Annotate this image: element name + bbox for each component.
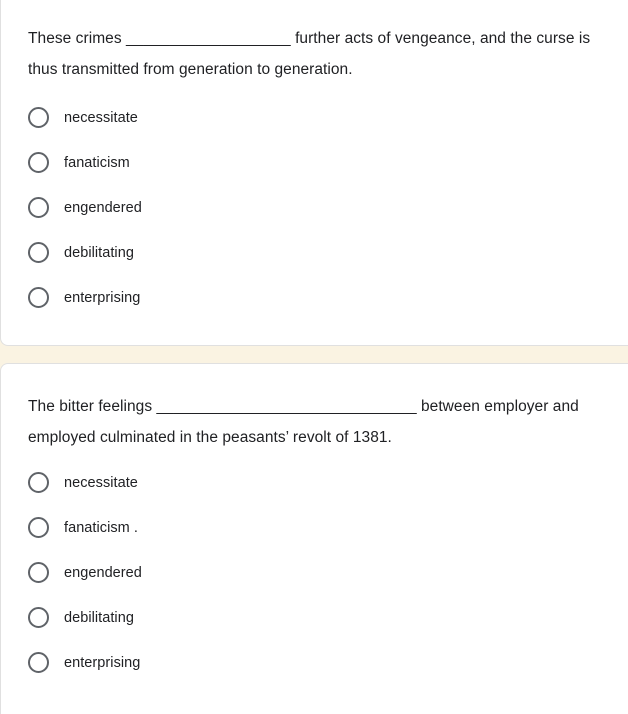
option-label: enterprising	[64, 654, 141, 671]
radio-button-icon[interactable]	[28, 197, 49, 218]
option-label: necessitate	[64, 474, 138, 491]
option-label: engendered	[64, 199, 142, 216]
option-row[interactable]: enterprising	[1, 275, 628, 320]
quiz-page: These crimes ___________________ further…	[0, 0, 628, 714]
radio-button-icon[interactable]	[28, 607, 49, 628]
option-label: necessitate	[64, 109, 138, 126]
option-row[interactable]: necessitate	[1, 95, 628, 140]
question-text-1: These crimes ___________________ further…	[28, 30, 595, 78]
options-group-2: necessitate fanaticism . engendered debi…	[1, 460, 628, 685]
option-row[interactable]: enterprising	[1, 640, 628, 685]
option-row[interactable]: debilitating	[1, 595, 628, 640]
radio-button-icon[interactable]	[28, 652, 49, 673]
card-divider	[0, 346, 628, 363]
option-row[interactable]: fanaticism	[1, 140, 628, 185]
options-group-1: necessitate fanaticism engendered debili…	[1, 95, 628, 320]
radio-button-icon[interactable]	[28, 242, 49, 263]
question-text-2: The bitter feelings ____________________…	[28, 398, 584, 446]
option-row[interactable]: engendered	[1, 185, 628, 230]
option-row[interactable]: fanaticism .	[1, 505, 628, 550]
radio-button-icon[interactable]	[28, 517, 49, 538]
radio-button-icon[interactable]	[28, 152, 49, 173]
question-card-2: The bitter feelings ____________________…	[0, 363, 628, 714]
radio-button-icon[interactable]	[28, 107, 49, 128]
option-row[interactable]: engendered	[1, 550, 628, 595]
option-label: engendered	[64, 564, 142, 581]
radio-button-icon[interactable]	[28, 287, 49, 308]
option-label: debilitating	[64, 244, 134, 261]
option-row[interactable]: necessitate	[1, 460, 628, 505]
radio-button-icon[interactable]	[28, 472, 49, 493]
option-label: debilitating	[64, 609, 134, 626]
option-label: fanaticism	[64, 154, 130, 171]
option-label: enterprising	[64, 289, 141, 306]
option-row[interactable]: debilitating	[1, 230, 628, 275]
radio-button-icon[interactable]	[28, 562, 49, 583]
question-card-1: These crimes ___________________ further…	[0, 0, 628, 346]
option-label: fanaticism .	[64, 519, 138, 536]
